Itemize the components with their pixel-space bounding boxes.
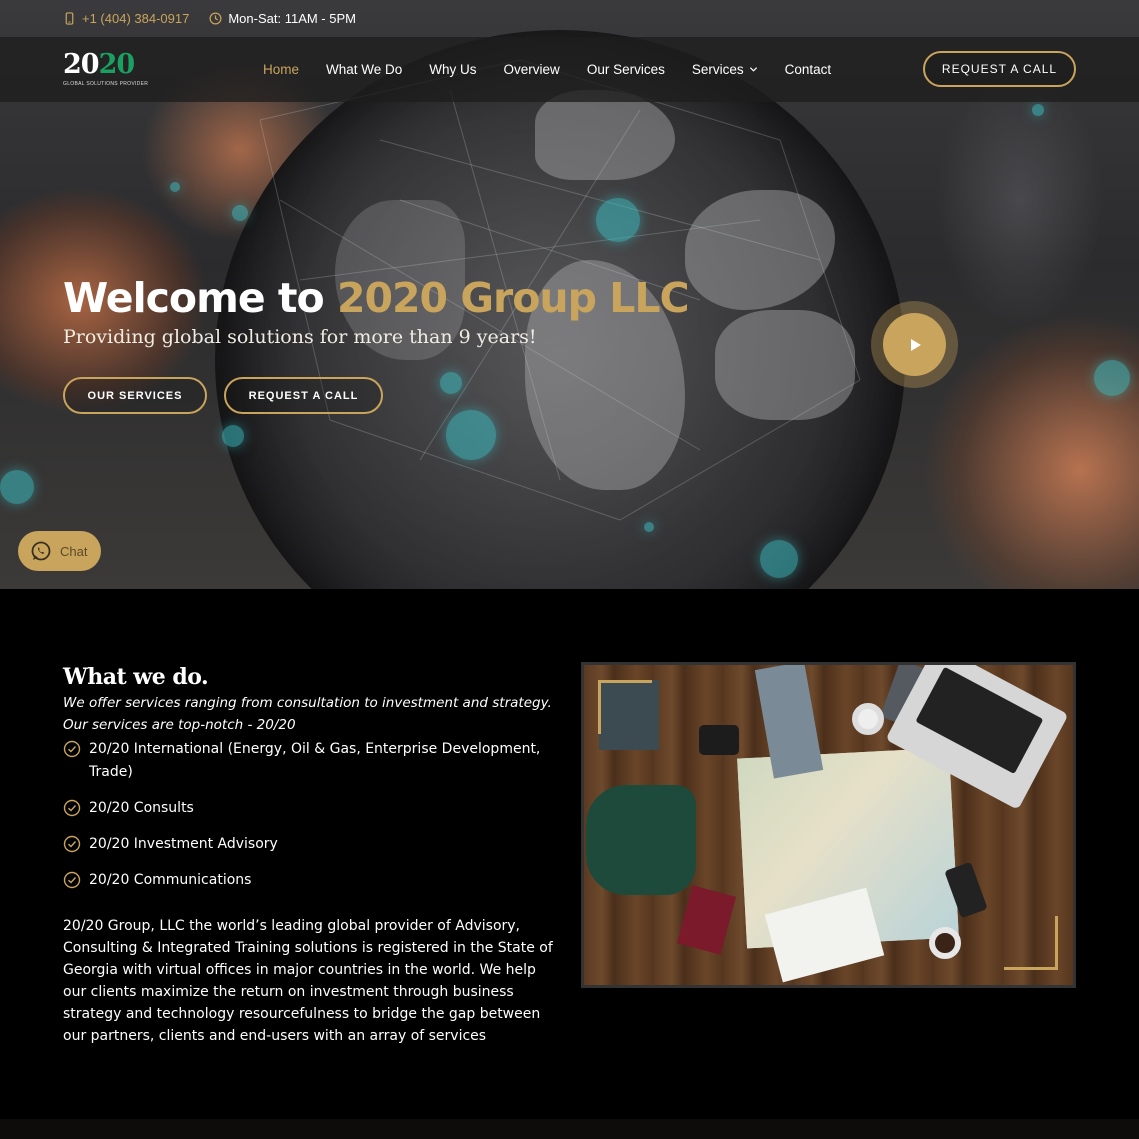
check-circle-icon <box>63 799 81 817</box>
play-video-button[interactable] <box>883 313 946 376</box>
nav-item-overview[interactable]: Overview <box>504 62 560 77</box>
list-item: 20/20 International (Energy, Oil & Gas, … <box>63 738 553 784</box>
services-list: 20/20 International (Energy, Oil & Gas, … <box>63 738 553 905</box>
hours-text: Mon-Sat: 11AM - 5PM <box>228 11 356 26</box>
list-item: 20/20 Communications <box>63 869 553 892</box>
logo-tagline: GLOBAL SOLUTIONS PROVIDER <box>63 81 149 87</box>
hero-section: +1 (404) 384-0917 Mon-Sat: 11AM - 5PM 20… <box>0 0 1139 589</box>
nav-item-services-label: Services <box>691 62 744 77</box>
photo-corner-accent-top <box>598 680 652 734</box>
hero-title-prefix: Welcome to <box>63 274 325 322</box>
footer-strip <box>0 1119 1139 1139</box>
check-circle-icon <box>63 740 81 758</box>
request-call-nav-button[interactable]: REQUEST A CALL <box>923 51 1076 87</box>
hero-title-brand: 2020 Group LLC <box>336 274 690 322</box>
phone-number[interactable]: +1 (404) 384-0917 <box>82 11 189 26</box>
nav-item-home[interactable]: Home <box>263 62 299 77</box>
whatsapp-icon <box>31 541 51 561</box>
photo-corner-accent-bottom <box>1004 916 1058 970</box>
nav-item-contact[interactable]: Contact <box>785 62 832 77</box>
logo-number: 2020 <box>63 49 135 80</box>
nav-item-what-we-do[interactable]: What We Do <box>326 62 402 77</box>
list-item: 20/20 Investment Advisory <box>63 833 553 856</box>
request-call-hero-button[interactable]: REQUEST A CALL <box>224 377 383 414</box>
service-label: 20/20 Communications <box>89 872 252 888</box>
top-info-bar: +1 (404) 384-0917 Mon-Sat: 11AM - 5PM <box>0 0 1139 37</box>
section-title: What we do. <box>63 664 209 690</box>
phone-contact[interactable]: +1 (404) 384-0917 <box>63 11 189 26</box>
check-circle-icon <box>63 835 81 853</box>
nav-item-services-dropdown[interactable]: Services <box>692 62 758 77</box>
nav-item-our-services[interactable]: Our Services <box>587 62 665 77</box>
list-item: 20/20 Consults <box>63 797 553 820</box>
intro-line-1: We offer services ranging from consultat… <box>63 695 552 711</box>
hero-title: Welcome to 2020 Group LLC <box>63 274 690 322</box>
section-intro: We offer services ranging from consultat… <box>63 692 553 736</box>
chevron-down-icon <box>749 67 757 72</box>
intro-line-2: Our services are top-notch - 20/20 <box>63 717 296 733</box>
clock-icon <box>209 12 222 25</box>
nav-item-why-us[interactable]: Why Us <box>429 62 476 77</box>
main-navbar: 2020 GLOBAL SOLUTIONS PROVIDER Home What… <box>0 37 1139 102</box>
travel-planning-photo <box>581 662 1076 988</box>
service-label: 20/20 Investment Advisory <box>89 836 278 852</box>
play-icon <box>910 338 921 351</box>
phone-icon <box>65 12 74 25</box>
service-label: 20/20 Consults <box>89 800 194 816</box>
chat-button[interactable]: Chat <box>18 531 101 571</box>
about-paragraph: 20/20 Group, LLC the world’s leading glo… <box>63 918 553 1044</box>
site-logo[interactable]: 2020 GLOBAL SOLUTIONS PROVIDER <box>63 51 153 91</box>
nav-menu: Home What We Do Why Us Overview Our Serv… <box>263 37 831 102</box>
hero-subtitle: Providing global solutions for more than… <box>63 326 537 348</box>
service-label: 20/20 International (Energy, Oil & Gas, … <box>89 741 541 780</box>
business-hours: Mon-Sat: 11AM - 5PM <box>209 11 356 26</box>
check-circle-icon <box>63 871 81 889</box>
chat-label: Chat <box>60 543 88 559</box>
our-services-button[interactable]: OUR SERVICES <box>63 377 207 414</box>
